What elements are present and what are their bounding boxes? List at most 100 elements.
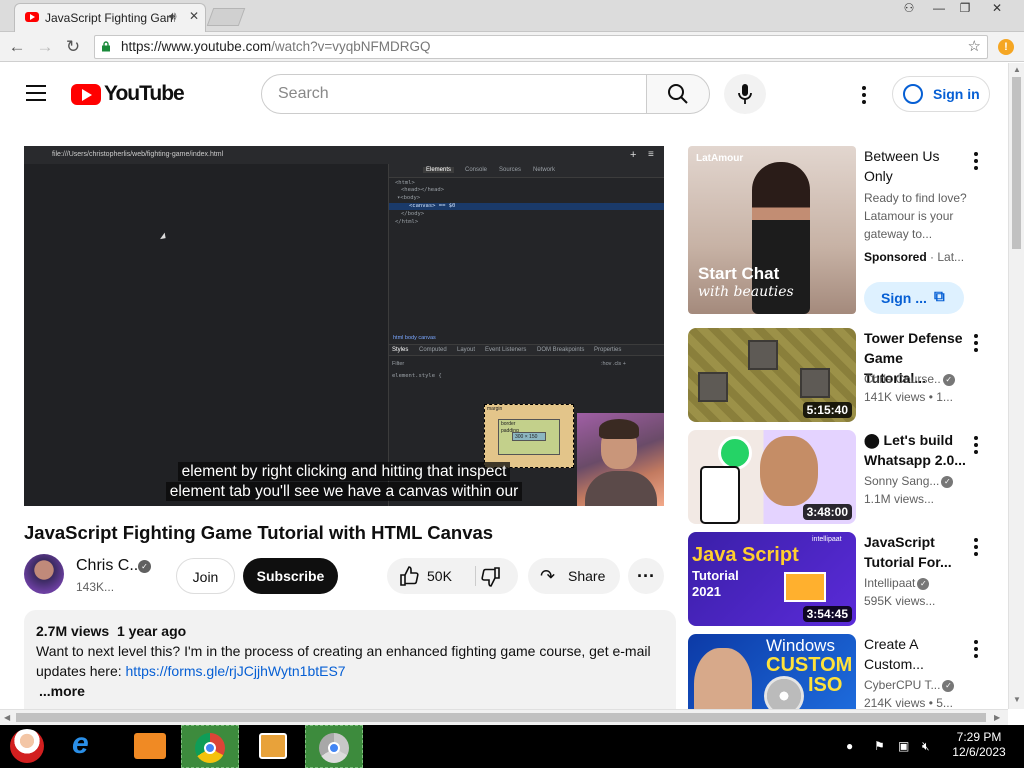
video-thumbnail[interactable]: 5:15:40	[688, 328, 856, 422]
box-size-label: 300 × 150	[515, 434, 538, 440]
box-content: 300 × 150	[512, 432, 546, 441]
verified-check-icon: ✓	[941, 475, 954, 488]
extension-warning-icon[interactable]: !	[998, 39, 1014, 55]
devtools-tab-sources: Sources	[499, 167, 522, 173]
devtools-tabs: Elements Console Sources Network	[389, 164, 664, 178]
thumbs-up-icon[interactable]	[398, 565, 420, 587]
reload-icon[interactable]: ↻	[62, 36, 84, 58]
tab-close-icon[interactable]: ✕	[189, 9, 199, 23]
voice-search-button[interactable]	[724, 74, 766, 114]
video-more-icon[interactable]	[974, 436, 978, 457]
new-tab-button[interactable]	[206, 8, 246, 26]
recommended-video[interactable]: Windows CUSTOM ISO Create A Custom... Cy…	[688, 634, 1008, 709]
scroll-down-icon[interactable]: ▼	[1013, 695, 1021, 704]
sponsored-label: Sponsored	[864, 250, 927, 264]
video-title[interactable]: Create A Custom...	[864, 634, 968, 674]
volume-muted-icon[interactable]: 🔇︎	[922, 739, 930, 754]
network-icon[interactable]: ▣	[898, 739, 909, 753]
upload-age: 1 year ago	[116, 623, 187, 639]
sponsored-card[interactable]: LatAmour Start Chat with beauties Betwee…	[688, 146, 1008, 316]
close-button[interactable]: ✕	[984, 0, 1010, 18]
channel-avatar[interactable]	[24, 554, 64, 594]
advertiser-name: Lat...	[937, 250, 965, 264]
taskbar-chrome-1[interactable]	[181, 725, 239, 768]
clock-date: 12/6/2023	[952, 745, 1006, 759]
video-thumbnail[interactable]: Java Script Tutorial 2021 intellipaat 3:…	[688, 532, 856, 626]
share-label: Share	[568, 568, 606, 584]
like-count[interactable]: 50K	[427, 558, 452, 594]
show-more-link[interactable]: ...more	[36, 681, 664, 701]
audio-icon[interactable]: 🔊︎	[169, 9, 177, 24]
video-title[interactable]: JavaScript Tutorial For...	[864, 532, 968, 572]
channel-name[interactable]: Chris C..	[76, 557, 138, 575]
start-button[interactable]	[0, 725, 56, 768]
description-box[interactable]: 2.7M views 1 year ago Want to next level…	[24, 610, 676, 709]
maximize-button[interactable]: ❐	[952, 0, 978, 18]
tray-dot-icon[interactable]: ●	[846, 739, 853, 753]
thumbs-down-icon[interactable]	[480, 566, 502, 588]
subscribe-button[interactable]: Subscribe	[243, 558, 338, 594]
flag-icon[interactable]: ⚑	[874, 739, 885, 753]
scroll-left-icon[interactable]: ◀	[4, 713, 10, 722]
styles-filter-options: :hov .cls +	[601, 361, 626, 367]
video-title: JavaScript Fighting Game Tutorial with H…	[24, 522, 494, 543]
taskbar-media-player[interactable]	[243, 725, 301, 768]
taskbar-internet-explorer[interactable]: e	[60, 725, 118, 768]
video-thumbnail[interactable]: 3:48:00	[688, 430, 856, 524]
share-icon: ↷	[540, 566, 556, 586]
video-more-icon[interactable]	[974, 334, 978, 355]
channel-name[interactable]: Intellipaat	[864, 576, 915, 590]
video-more-icon[interactable]	[974, 538, 978, 559]
scroll-right-icon[interactable]: ▶	[994, 713, 1000, 722]
back-arrow-icon[interactable]: ←	[6, 36, 28, 58]
horizontal-scroll-thumb[interactable]	[16, 713, 986, 722]
video-title[interactable]: ⬤ Let's build Whatsapp 2.0...	[864, 430, 968, 470]
ad-more-icon[interactable]	[974, 152, 978, 173]
share-button[interactable]: ↷ Share	[528, 558, 620, 594]
bookmark-star-icon[interactable]: ☆	[968, 36, 981, 58]
recommended-video[interactable]: Java Script Tutorial 2021 intellipaat 3:…	[688, 532, 1008, 626]
video-stats: 141K views • 1...	[864, 390, 953, 404]
join-button[interactable]: Join	[176, 558, 235, 594]
channel-name[interactable]: Sonny Sang...	[864, 474, 939, 488]
system-clock[interactable]: 7:29 PM 12/6/2023	[944, 730, 1014, 760]
video-player[interactable]: file:///Users/christopherlis/web/fightin…	[24, 146, 664, 506]
presenter-face	[694, 648, 752, 709]
recommended-video[interactable]: 3:48:00 ⬤ Let's build Whatsapp 2.0... So…	[688, 430, 1008, 524]
js-laptop-graphic	[784, 572, 826, 602]
video-more-icon[interactable]	[974, 640, 978, 661]
horizontal-scrollbar[interactable]: ◀ ▶	[0, 709, 1008, 725]
video-thumbnail[interactable]: Windows CUSTOM ISO	[688, 634, 856, 709]
media-player-icon	[259, 733, 287, 759]
settings-more-icon[interactable]	[862, 86, 866, 107]
ad-brand-label: LatAmour	[696, 153, 744, 164]
channel-name[interactable]: Chris Course..	[864, 372, 941, 386]
forward-arrow-icon[interactable]: →	[34, 36, 56, 58]
taskbar-file-explorer[interactable]	[120, 725, 178, 768]
recommended-video[interactable]: 5:15:40 Tower Defense Game Tutorial... C…	[688, 328, 1008, 422]
thumb-text: Tutorial	[692, 568, 739, 583]
search-input[interactable]: Search	[261, 74, 647, 114]
scroll-up-icon[interactable]: ▲	[1013, 65, 1021, 74]
ad-cta-button[interactable]: Sign ... ⧉	[864, 282, 964, 314]
description-link[interactable]: https://forms.gle/rjJCjjhWytn1btES7	[126, 663, 346, 679]
vertical-scrollbar[interactable]: ▲ ▼	[1008, 63, 1024, 709]
subscriber-count: 143K...	[76, 580, 115, 594]
more-actions-button[interactable]: ···	[628, 558, 664, 594]
profile-icon[interactable]: ⚇	[896, 0, 922, 18]
ad-thumbnail[interactable]: LatAmour Start Chat with beauties	[688, 146, 856, 314]
taskbar-chrome-2[interactable]	[305, 725, 363, 768]
browser-tab[interactable]: JavaScript Fighting Game 🔊︎ ✕	[14, 3, 206, 32]
ad-title[interactable]: Between Us Only	[864, 146, 968, 186]
minimize-button[interactable]: —	[926, 0, 952, 18]
menu-icon[interactable]	[26, 85, 46, 101]
search-button[interactable]	[646, 74, 710, 114]
vertical-scroll-thumb[interactable]	[1012, 77, 1021, 249]
view-count: 141K views	[864, 390, 926, 404]
address-bar[interactable]: https://www.youtube.com/watch?v=vyqbNFMD…	[94, 35, 988, 59]
styles-tab: DOM Breakpoints	[537, 347, 585, 353]
description-text: Want to next level this? I'm in the proc…	[36, 641, 664, 681]
sign-in-button[interactable]: Sign in	[892, 76, 990, 112]
channel-name[interactable]: CyberCPU T...	[864, 678, 940, 692]
thumb-text: Windows	[766, 636, 835, 655]
